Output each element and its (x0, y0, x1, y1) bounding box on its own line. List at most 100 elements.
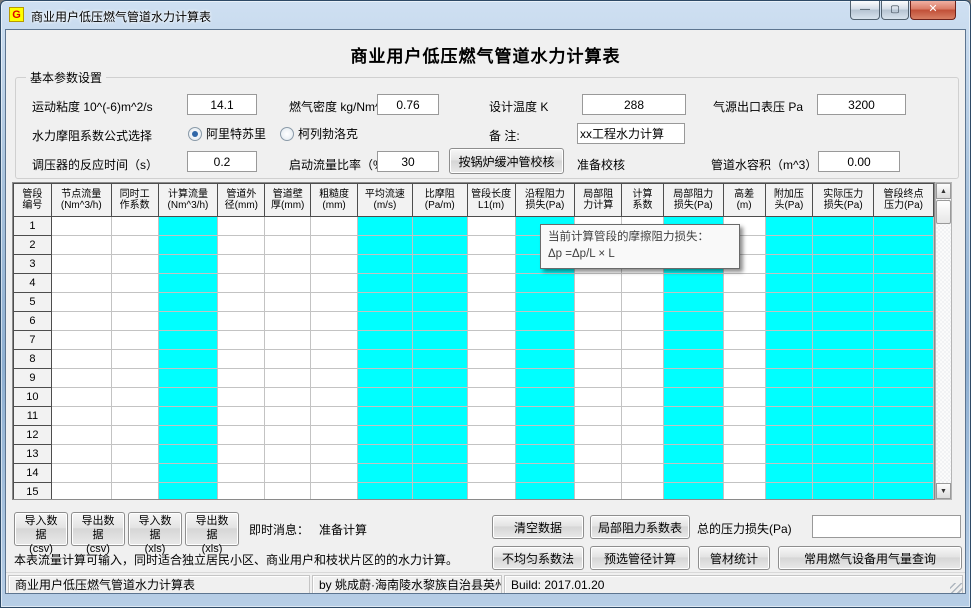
grid-cell[interactable] (813, 369, 874, 388)
grid-cell[interactable] (575, 274, 622, 293)
grid-cell[interactable] (158, 445, 218, 464)
grid-cell[interactable] (467, 312, 515, 331)
grid-cell[interactable] (358, 464, 413, 483)
grid-cell[interactable] (813, 464, 874, 483)
grid-cell[interactable] (467, 217, 515, 236)
export-csv-button[interactable]: 导出数据 (csv) (71, 512, 125, 546)
grid-cell[interactable] (813, 293, 874, 312)
grid-cell[interactable] (412, 407, 467, 426)
grid-cell[interactable] (358, 331, 413, 350)
grid-cell[interactable] (218, 483, 265, 501)
grid-cell[interactable] (111, 331, 158, 350)
grid-cell[interactable] (622, 274, 664, 293)
grid-cell[interactable] (111, 426, 158, 445)
grid-cell[interactable] (218, 236, 265, 255)
grid-cell[interactable] (663, 331, 723, 350)
clear-data-button[interactable]: 清空数据 (492, 515, 584, 539)
grid-cell[interactable] (723, 426, 765, 445)
grid-cell[interactable] (218, 293, 265, 312)
grid-cell[interactable] (358, 255, 413, 274)
grid-row-number[interactable]: 4 (14, 274, 52, 293)
grid-cell[interactable] (813, 217, 874, 236)
grid-cell[interactable] (158, 293, 218, 312)
density-input[interactable] (377, 94, 439, 115)
grid-cell[interactable] (765, 274, 813, 293)
grid-cell[interactable] (622, 426, 664, 445)
grid-cell[interactable] (515, 331, 575, 350)
grid-cell[interactable] (158, 236, 218, 255)
grid-cell[interactable] (51, 483, 111, 501)
grid-cell[interactable] (663, 369, 723, 388)
grid-cell[interactable] (311, 388, 358, 407)
grid-cell[interactable] (311, 293, 358, 312)
grid-cell[interactable] (158, 426, 218, 445)
grid-cell[interactable] (111, 407, 158, 426)
grid-cell[interactable] (51, 388, 111, 407)
grid-cell[interactable] (813, 274, 874, 293)
grid-cell[interactable] (51, 350, 111, 369)
grid-cell[interactable] (111, 236, 158, 255)
grid-cell[interactable] (111, 255, 158, 274)
grid-cell[interactable] (515, 293, 575, 312)
grid-cell[interactable] (218, 426, 265, 445)
close-button[interactable]: ✕ (910, 1, 956, 20)
grid-cell[interactable] (311, 369, 358, 388)
grid-cell[interactable] (723, 312, 765, 331)
grid-cell[interactable] (412, 274, 467, 293)
grid-cell[interactable] (111, 445, 158, 464)
grid-cell[interactable] (467, 255, 515, 274)
grid-row-number[interactable]: 1 (14, 217, 52, 236)
grid-cell[interactable] (412, 255, 467, 274)
grid-cell[interactable] (622, 445, 664, 464)
grid-cell[interactable] (158, 274, 218, 293)
grid-cell[interactable] (765, 426, 813, 445)
grid-cell[interactable] (575, 369, 622, 388)
grid-cell[interactable] (51, 312, 111, 331)
maximize-button[interactable]: ▢ (881, 1, 909, 20)
grid-cell[interactable] (311, 236, 358, 255)
scroll-down-button[interactable]: ▼ (936, 483, 951, 499)
grid-cell[interactable] (218, 464, 265, 483)
grid-cell[interactable] (765, 217, 813, 236)
grid-cell[interactable] (765, 236, 813, 255)
grid-cell[interactable] (467, 331, 515, 350)
grid-cell[interactable] (51, 236, 111, 255)
grid-cell[interactable] (765, 464, 813, 483)
grid-cell[interactable] (111, 350, 158, 369)
grid-cell[interactable] (111, 312, 158, 331)
grid-cell[interactable] (765, 312, 813, 331)
grid-cell[interactable] (158, 483, 218, 501)
grid-cell[interactable] (765, 483, 813, 501)
grid-cell[interactable] (467, 464, 515, 483)
viscosity-input[interactable] (187, 94, 257, 115)
grid-cell[interactable] (311, 483, 358, 501)
grid-cell[interactable] (311, 312, 358, 331)
grid-cell[interactable] (51, 217, 111, 236)
grid-row-number[interactable]: 6 (14, 312, 52, 331)
grid-cell[interactable] (358, 483, 413, 501)
import-csv-button[interactable]: 导入数据 (csv) (14, 512, 68, 546)
grid-row-number[interactable]: 3 (14, 255, 52, 274)
grid-cell[interactable] (51, 426, 111, 445)
grid-cell[interactable] (575, 331, 622, 350)
grid-cell[interactable] (874, 274, 934, 293)
grid-row-number[interactable]: 10 (14, 388, 52, 407)
grid-cell[interactable] (515, 369, 575, 388)
water-volume-input[interactable] (818, 151, 900, 172)
grid-cell[interactable] (663, 407, 723, 426)
grid-cell[interactable] (51, 274, 111, 293)
grid-row-number[interactable]: 15 (14, 483, 52, 501)
grid-cell[interactable] (874, 350, 934, 369)
grid-cell[interactable] (218, 312, 265, 331)
grid-cell[interactable] (265, 445, 311, 464)
grid-cell[interactable] (412, 293, 467, 312)
grid-row-number[interactable]: 5 (14, 293, 52, 312)
grid-cell[interactable] (515, 274, 575, 293)
grid-cell[interactable] (265, 312, 311, 331)
grid-cell[interactable] (311, 464, 358, 483)
remark-input[interactable] (577, 123, 685, 144)
grid-cell[interactable] (663, 388, 723, 407)
grid-cell[interactable] (158, 312, 218, 331)
grid-cell[interactable] (723, 388, 765, 407)
grid-cell[interactable] (111, 483, 158, 501)
